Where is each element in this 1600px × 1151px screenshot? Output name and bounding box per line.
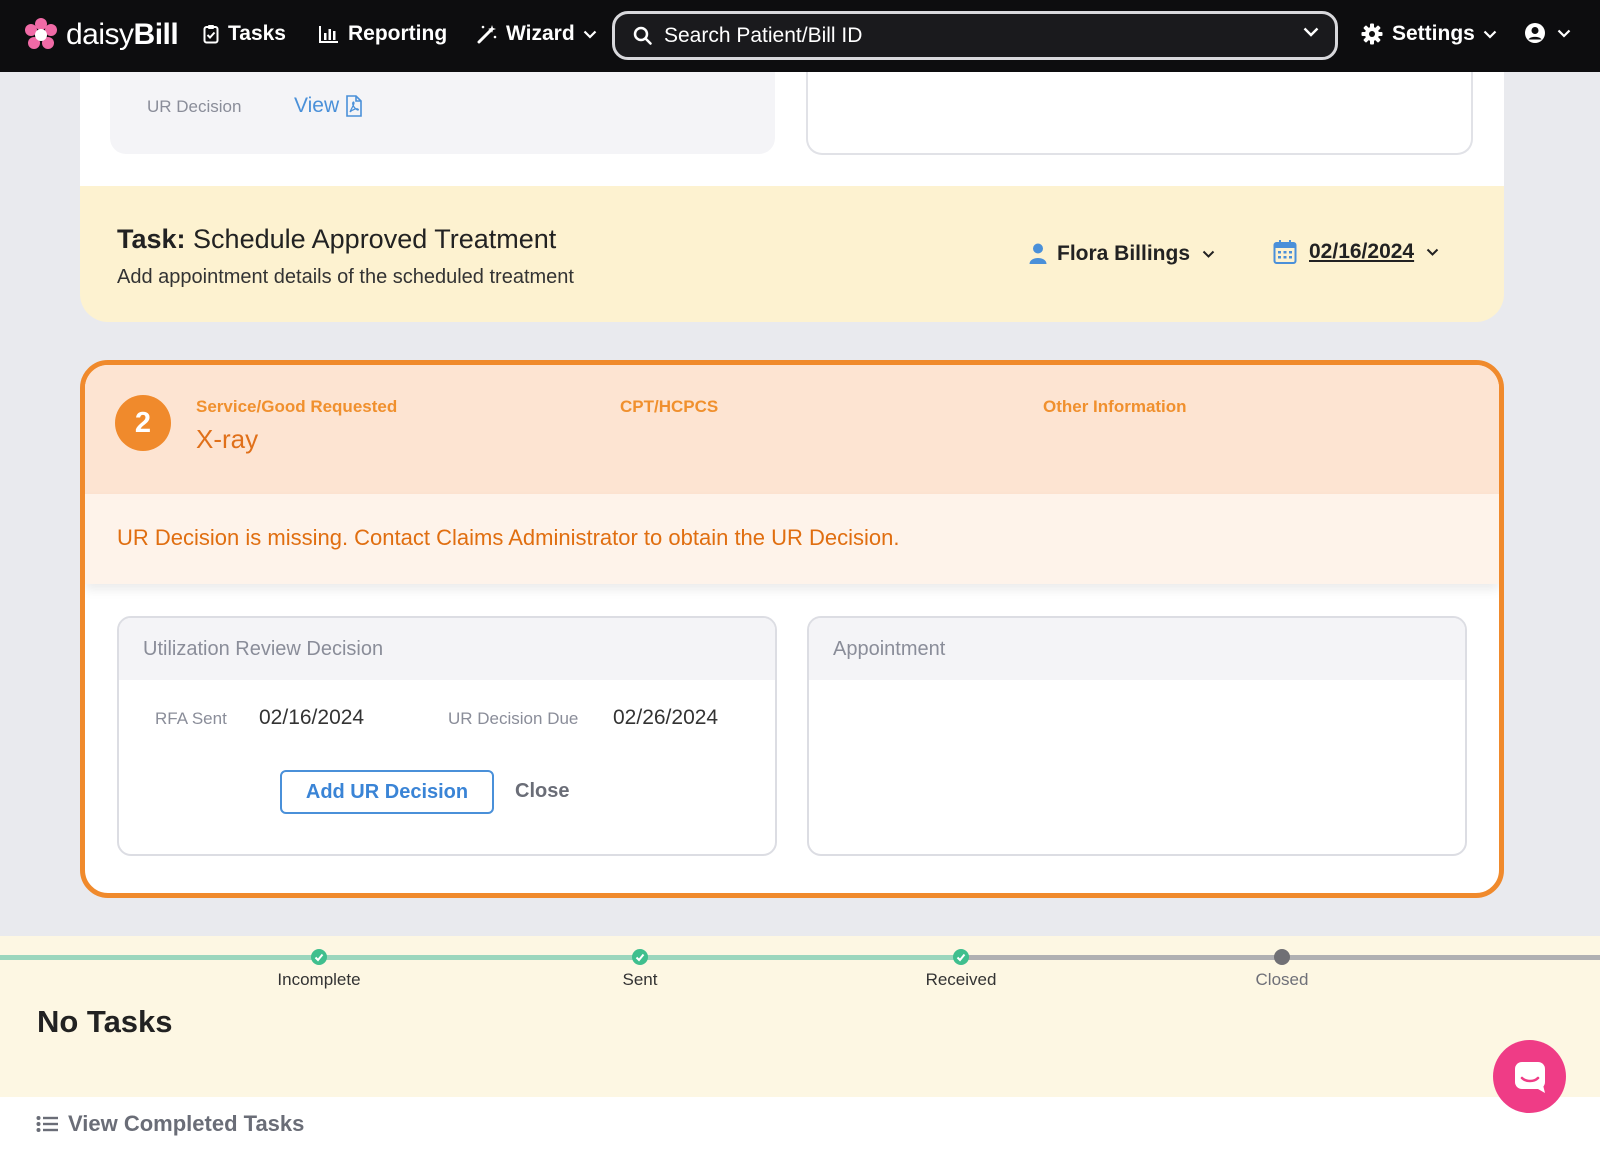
view-completed-label: View Completed Tasks [68,1111,305,1136]
bar-chart-icon [319,26,338,43]
missing-ur-decision-alert: UR Decision is missing. Contact Claims A… [85,494,1499,584]
nav-settings-label: Settings [1392,22,1475,45]
step-sent: Sent [560,949,720,990]
person-icon [1029,243,1047,264]
chat-launcher-button[interactable] [1493,1040,1566,1113]
list-icon [36,1116,58,1132]
alert-message: UR Decision is missing. Contact Claims A… [117,525,900,550]
user-circle-icon [1525,23,1545,43]
view-completed-tasks-link[interactable]: View Completed Tasks [36,1111,304,1137]
step-label: Received [925,970,997,989]
service-item-header: 2 Service/Good Requested X-ray CPT/HCPCS… [85,365,1499,494]
ur-decision-due-value: 02/26/2024 [613,706,719,729]
search-box[interactable] [612,11,1338,60]
view-ur-decision-link[interactable]: View [294,94,363,118]
chat-icon [1514,1061,1545,1093]
check-icon [311,949,327,965]
close-button[interactable]: Close [515,780,569,803]
pending-dot-icon [1274,949,1290,965]
step-label: Incomplete [277,970,361,989]
top-navigation-bar: daisyBill Tasks Reporting Wizard Setting… [0,0,1600,72]
task-subtitle: Add appointment details of the scheduled… [117,266,574,288]
magic-wand-icon [477,25,497,44]
task-assignee-dropdown[interactable]: Flora Billings [1029,242,1215,266]
nav-reporting-label: Reporting [348,22,448,45]
nav-reporting[interactable]: Reporting [319,22,447,46]
step-incomplete: Incomplete [239,949,399,990]
service-item-card: 2 Service/Good Requested X-ray CPT/HCPCS… [80,360,1504,898]
search-icon [633,26,652,45]
task-banner: Task: Schedule Approved Treatment Add ap… [80,186,1504,322]
step-label: Sent [622,970,658,989]
ur-card-title: Utilization Review Decision [119,618,775,680]
status-progress-section: Incomplete Sent Received Closed No Tasks [0,936,1600,1097]
task-due-date-dropdown[interactable]: 02/16/2024 [1273,239,1439,265]
assignee-name: Flora Billings [1057,242,1191,265]
clipboard-check-icon [203,25,219,44]
pdf-file-icon [346,95,362,117]
calendar-icon [1273,240,1297,264]
nav-wizard-label: Wizard [506,22,575,45]
item-number-badge: 2 [115,395,171,451]
check-icon [632,949,648,965]
bottom-bar: View Completed Tasks [0,1097,1600,1151]
nav-tasks-label: Tasks [228,22,286,45]
check-icon [953,949,969,965]
chevron-down-icon [1202,250,1215,258]
add-ur-decision-button[interactable]: Add UR Decision [280,770,494,814]
logo-text: daisyBill [66,18,179,51]
step-received: Received [881,949,1041,990]
nav-wizard-dropdown[interactable]: Wizard [477,22,597,46]
service-good-label: Service/Good Requested [196,397,398,416]
appointment-card-title: Appointment [809,618,1465,680]
previous-appointment-card [806,72,1473,155]
chevron-down-icon [583,30,596,39]
view-link-label: View [294,94,340,117]
user-menu-dropdown[interactable] [1524,22,1571,44]
appointment-card: Appointment [807,616,1467,856]
chevron-down-icon [1557,29,1571,38]
service-good-value: X-ray [196,424,259,454]
step-label: Closed [1255,970,1309,989]
daisy-logo-icon [25,18,57,49]
ur-decision-due-label: UR Decision Due [448,709,579,728]
other-information-label: Other Information [1043,397,1187,416]
progress-fill [0,955,960,960]
rfa-sent-value: 02/16/2024 [259,706,365,729]
no-tasks-heading: No Tasks [37,1004,173,1039]
utilization-review-decision-card: Utilization Review Decision RFA Sent 02/… [117,616,777,856]
rfa-sent-label: RFA Sent [155,709,227,728]
gear-icon [1361,23,1383,45]
due-date-value: 02/16/2024 [1309,240,1415,263]
step-closed: Closed [1202,949,1362,990]
nav-settings-dropdown[interactable]: Settings [1361,22,1497,46]
chevron-down-icon [1426,248,1439,256]
ur-decision-label: UR Decision [147,97,242,116]
task-title: Task: Schedule Approved Treatment [117,224,557,254]
search-input[interactable] [664,23,1284,48]
nav-tasks[interactable]: Tasks [203,22,286,46]
previous-ur-decision-card: UR Decision View [110,72,775,154]
search-dropdown-chevron-icon[interactable] [1303,27,1319,37]
daisybill-logo[interactable]: daisyBill [24,18,179,52]
chevron-down-icon [1483,30,1497,39]
main-content: UR Decision View Task: Schedule Approved… [0,72,1584,936]
cpt-hcpcs-label: CPT/HCPCS [620,397,719,416]
